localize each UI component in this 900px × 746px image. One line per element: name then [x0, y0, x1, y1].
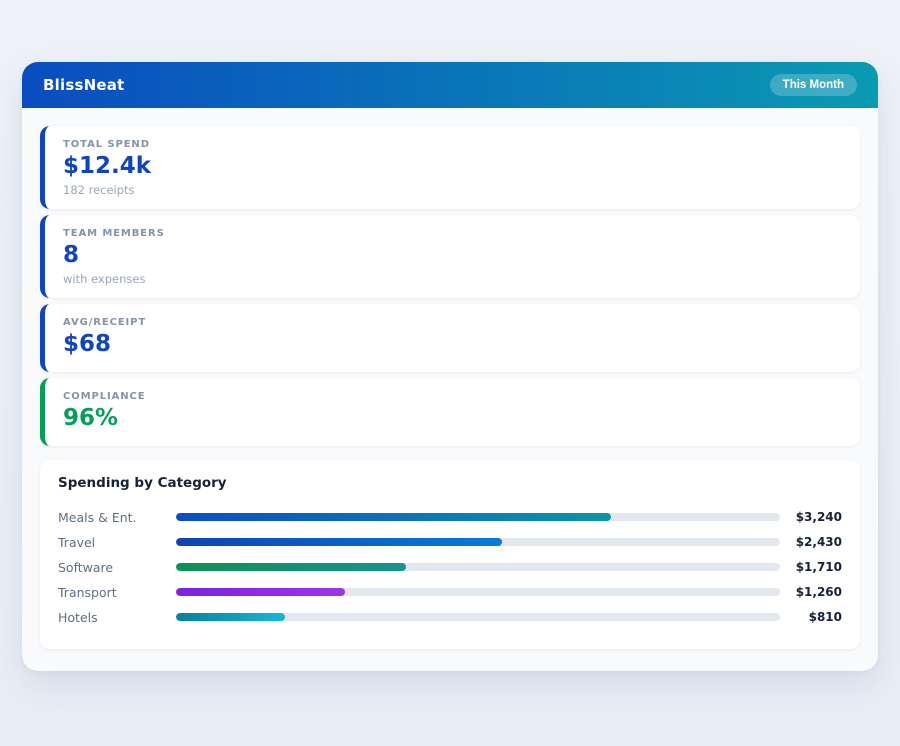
category-rows: Meals & Ent. $3,240 Travel $2,430 Softwa…: [58, 505, 842, 630]
stat-sub: with expenses: [63, 272, 842, 286]
category-label: Software: [58, 560, 176, 575]
stat-value: $12.4k: [63, 152, 842, 182]
stat-value: 96%: [63, 404, 842, 434]
category-label: Hotels: [58, 610, 176, 625]
app-header: BlissNeat This Month: [22, 62, 878, 108]
stat-label: TOTAL SPEND: [63, 139, 842, 150]
stat-card-avg-receipt: AVG/RECEIPT $68: [40, 304, 860, 372]
dashboard-content: TOTAL SPEND $12.4k 182 receipts TEAM MEM…: [22, 108, 878, 671]
category-bar-track: [176, 538, 780, 546]
category-label: Travel: [58, 535, 176, 550]
category-row: Travel $2,430: [58, 530, 842, 555]
chart-title: Spending by Category: [58, 475, 842, 491]
stat-label: TEAM MEMBERS: [63, 228, 842, 239]
stat-card-total-spend: TOTAL SPEND $12.4k 182 receipts: [40, 126, 860, 209]
category-row: Software $1,710: [58, 555, 842, 580]
category-value: $3,240: [780, 510, 842, 524]
app-title: BlissNeat: [43, 76, 124, 94]
stat-label: AVG/RECEIPT: [63, 317, 842, 328]
category-bar-fill: [176, 563, 406, 571]
category-bar-track: [176, 613, 780, 621]
period-badge[interactable]: This Month: [770, 74, 857, 96]
category-value: $2,430: [780, 535, 842, 549]
category-label: Meals & Ent.: [58, 510, 176, 525]
dashboard-container: BlissNeat This Month TOTAL SPEND $12.4k …: [22, 62, 878, 671]
category-bar-fill: [176, 588, 345, 596]
stat-label: COMPLIANCE: [63, 391, 842, 402]
category-bar-fill: [176, 613, 285, 621]
category-label: Transport: [58, 585, 176, 600]
category-row: Meals & Ent. $3,240: [58, 505, 842, 530]
stat-value: 8: [63, 241, 842, 271]
category-value: $810: [780, 610, 842, 624]
category-value: $1,710: [780, 560, 842, 574]
spending-chart-card: Spending by Category Meals & Ent. $3,240…: [40, 460, 860, 649]
category-bar-track: [176, 563, 780, 571]
category-row: Transport $1,260: [58, 580, 842, 605]
stat-card-team-members: TEAM MEMBERS 8 with expenses: [40, 215, 860, 298]
stat-sub: 182 receipts: [63, 183, 842, 197]
category-row: Hotels $810: [58, 605, 842, 630]
category-bar-fill: [176, 538, 502, 546]
category-bar-fill: [176, 513, 611, 521]
category-bar-track: [176, 513, 780, 521]
category-value: $1,260: [780, 585, 842, 599]
stat-card-compliance: COMPLIANCE 96%: [40, 378, 860, 446]
stat-value: $68: [63, 330, 842, 360]
category-bar-track: [176, 588, 780, 596]
